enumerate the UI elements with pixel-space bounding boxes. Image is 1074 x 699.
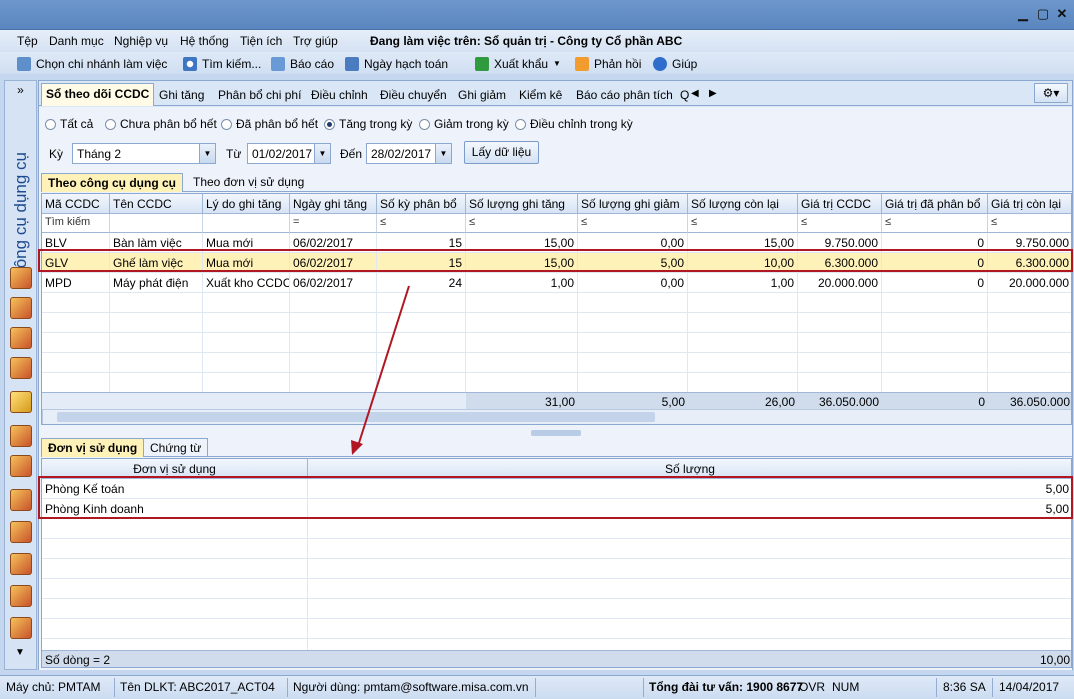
- server-status: Máy chủ: PMTAM: [6, 680, 101, 694]
- annotation-arrow: [351, 285, 410, 455]
- status-bar: Máy chủ: PMTAM Tên DLKT: ABC2017_ACT04 N…: [0, 675, 1074, 699]
- ovr-indicator: OVR: [799, 680, 826, 694]
- database-status: Tên DLKT: ABC2017_ACT04: [120, 680, 275, 694]
- date-status: 14/04/2017: [999, 680, 1060, 694]
- hotline-status: Tổng đài tư vấn: 1900 8677: [649, 680, 804, 694]
- num-indicator: NUM: [832, 680, 860, 694]
- time-status: 8:36 SA: [943, 680, 986, 694]
- user-status: Người dùng: pmtam@software.misa.com.vn: [293, 680, 529, 694]
